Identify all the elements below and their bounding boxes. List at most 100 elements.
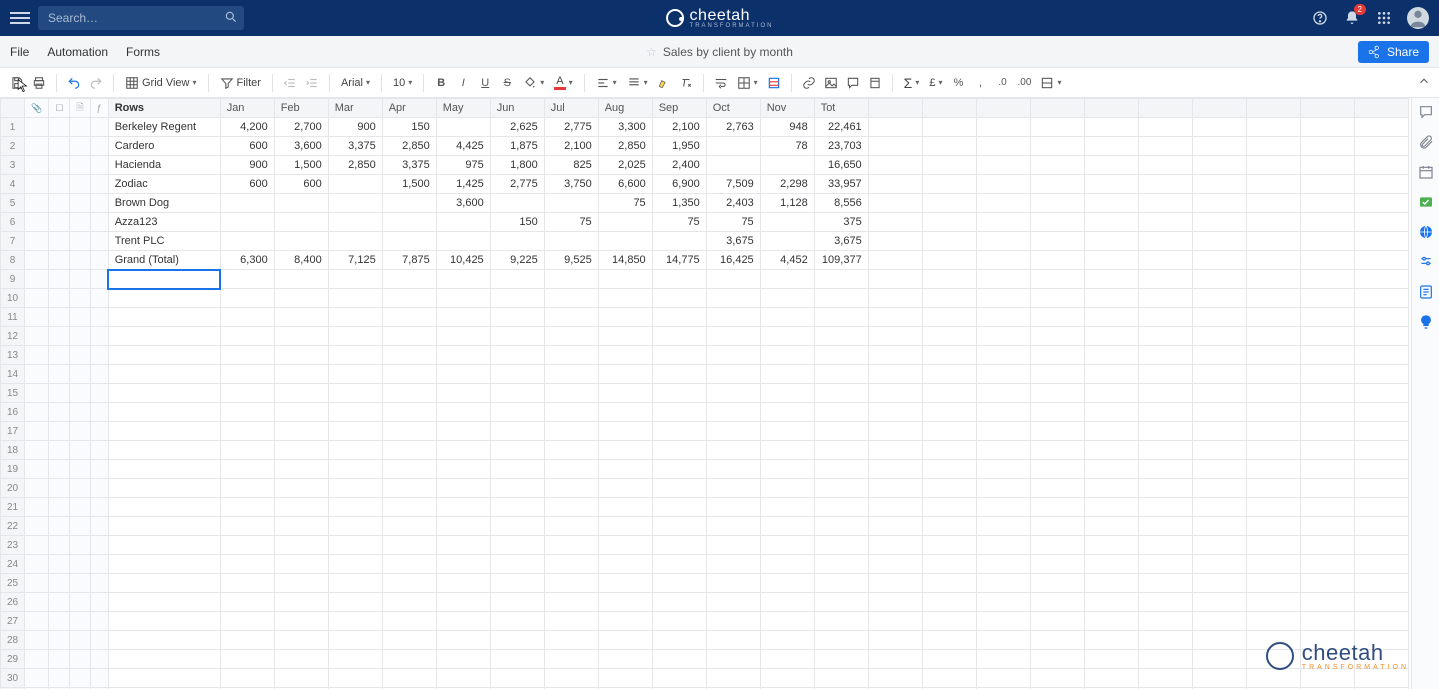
cell[interactable]: 14,775 [652,251,706,270]
cell[interactable]: 2,700 [274,118,328,137]
spreadsheet[interactable]: 📎☐🗎ƒRowsJanFebMarAprMayJunJulAugSepOctNo… [0,98,1409,689]
cell[interactable]: 75 [706,213,760,232]
cell[interactable]: 600 [274,175,328,194]
table-row[interactable]: 10 [1,289,1409,308]
cell[interactable] [220,232,274,251]
cell[interactable]: 23,703 [814,137,868,156]
cell[interactable] [706,156,760,175]
cell[interactable]: 975 [436,156,490,175]
doc-gutter-icon[interactable]: 🗎 [70,99,90,118]
column-header-blank[interactable] [1246,99,1300,118]
cell[interactable] [274,232,328,251]
cell[interactable]: 22,461 [814,118,868,137]
cell[interactable]: 7,875 [382,251,436,270]
row-number[interactable]: 21 [1,498,25,517]
menu-forms[interactable]: Forms [126,45,160,59]
table-row[interactable]: 30 [1,669,1409,688]
cell[interactable]: 2,625 [490,118,544,137]
star-icon[interactable]: ☆ [646,45,657,59]
row-number[interactable]: 6 [1,213,25,232]
clear-format-icon[interactable] [677,73,695,93]
decrease-decimal-icon[interactable]: .0 [993,73,1011,93]
percent-icon[interactable]: % [949,73,967,93]
column-header-jul[interactable]: Jul [544,99,598,118]
cell[interactable]: 600 [220,137,274,156]
table-row[interactable]: 17 [1,422,1409,441]
cell[interactable]: 825 [544,156,598,175]
cell[interactable]: 3,375 [382,156,436,175]
cell[interactable]: 2,100 [544,137,598,156]
cell[interactable]: 1,500 [382,175,436,194]
column-header-oct[interactable]: Oct [706,99,760,118]
collapse-toolbar-icon[interactable] [1417,74,1431,91]
table-row[interactable]: 26 [1,593,1409,612]
table-row[interactable]: 8Grand (Total)6,3008,4007,1257,87510,425… [1,251,1409,270]
cell[interactable]: 1,350 [652,194,706,213]
column-header-jun[interactable]: Jun [490,99,544,118]
cell[interactable]: 2,100 [652,118,706,137]
row-number[interactable]: 13 [1,346,25,365]
corner-cell[interactable] [1,99,25,118]
outdent-icon[interactable] [281,73,299,93]
cell[interactable] [274,213,328,232]
cell[interactable] [328,213,382,232]
rail-comments-icon[interactable] [1418,104,1434,120]
cell[interactable] [382,194,436,213]
column-header-blank[interactable] [1354,99,1408,118]
rail-attachment-icon[interactable] [1418,134,1434,150]
row-number[interactable]: 27 [1,612,25,631]
cell[interactable]: 1,950 [652,137,706,156]
cell[interactable]: 1,800 [490,156,544,175]
row-number[interactable]: 2 [1,137,25,156]
cell[interactable] [706,137,760,156]
cell[interactable]: 2,403 [706,194,760,213]
cell[interactable] [382,232,436,251]
row-label[interactable]: Cardero [108,137,220,156]
cell[interactable]: 2,850 [328,156,382,175]
cell[interactable] [490,194,544,213]
increase-decimal-icon[interactable]: .00 [1015,73,1033,93]
cell[interactable] [544,232,598,251]
cell[interactable]: 3,300 [598,118,652,137]
row-number[interactable]: 23 [1,536,25,555]
cell[interactable]: 6,600 [598,175,652,194]
text-color-dropdown[interactable]: A▾ [551,75,575,90]
column-header-blank[interactable] [976,99,1030,118]
rail-history-icon[interactable] [1418,284,1434,300]
table-row[interactable]: 23 [1,536,1409,555]
rail-activity-icon[interactable] [1418,194,1434,210]
row-number[interactable]: 17 [1,422,25,441]
row-number[interactable]: 12 [1,327,25,346]
cell[interactable] [598,232,652,251]
cell[interactable]: 2,400 [652,156,706,175]
table-row[interactable]: 18 [1,441,1409,460]
cell[interactable]: 3,675 [814,232,868,251]
column-header-blank[interactable] [1138,99,1192,118]
redo-icon[interactable] [87,73,105,93]
cell[interactable]: 2,775 [490,175,544,194]
row-number[interactable]: 29 [1,650,25,669]
thousands-icon[interactable]: , [971,73,989,93]
cell[interactable]: 9,525 [544,251,598,270]
table-row[interactable]: 29 [1,650,1409,669]
selected-cell[interactable] [108,270,220,289]
formula-dropdown[interactable]: Σ▾ [901,75,923,91]
cell[interactable] [544,194,598,213]
table-row[interactable]: 14 [1,365,1409,384]
column-header-apr[interactable]: Apr [382,99,436,118]
column-header-jan[interactable]: Jan [220,99,274,118]
cell[interactable]: 109,377 [814,251,868,270]
cell[interactable] [598,213,652,232]
hamburger-menu[interactable] [10,8,30,28]
cell[interactable] [328,232,382,251]
cell[interactable]: 8,556 [814,194,868,213]
cell[interactable] [328,175,382,194]
cell[interactable] [220,213,274,232]
grid-view-dropdown[interactable]: Grid View▾ [122,76,200,90]
row-number[interactable]: 8 [1,251,25,270]
share-button[interactable]: Share [1358,41,1429,63]
italic-icon[interactable]: I [454,73,472,93]
column-header-blank[interactable] [1192,99,1246,118]
cell[interactable] [328,194,382,213]
cell[interactable] [760,213,814,232]
